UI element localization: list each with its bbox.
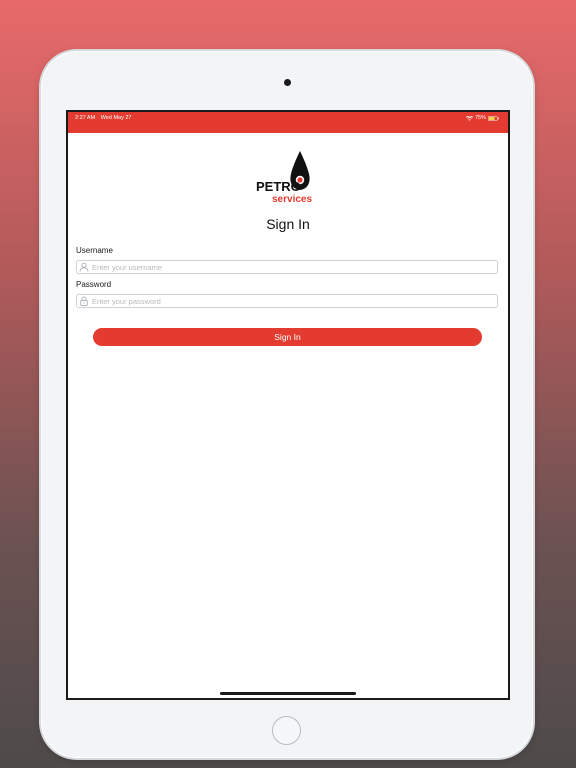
battery-percent: 75% (474, 115, 486, 121)
password-field[interactable] (76, 294, 498, 308)
username-field[interactable] (76, 260, 498, 274)
wifi-icon (465, 116, 473, 121)
battery-icon (488, 116, 499, 121)
status-bar: 2:27 AM Wed May 27 75% (68, 112, 508, 133)
lock-icon (77, 295, 91, 307)
status-right: 75% (465, 112, 499, 125)
status-time: 2:27 AM (75, 115, 96, 121)
app-screen: 2:27 AM Wed May 27 75% PETRO services Si… (66, 110, 510, 700)
username-label: Username (76, 246, 113, 255)
logo-word-services: services (272, 194, 312, 205)
status-left: 2:27 AM Wed May 27 (75, 112, 132, 125)
logo-word-petro: PETRO (256, 179, 301, 194)
home-indicator (220, 692, 356, 695)
front-camera (284, 79, 291, 86)
petro-services-logo: PETRO services (256, 151, 312, 205)
username-input[interactable] (91, 261, 497, 273)
home-button[interactable] (272, 716, 301, 745)
password-input[interactable] (91, 295, 497, 307)
status-date: Wed May 27 (100, 115, 132, 121)
page-title: Sign In (266, 216, 310, 232)
password-label: Password (76, 280, 112, 289)
user-icon (77, 261, 91, 273)
sign-in-button[interactable]: Sign In (93, 328, 482, 346)
